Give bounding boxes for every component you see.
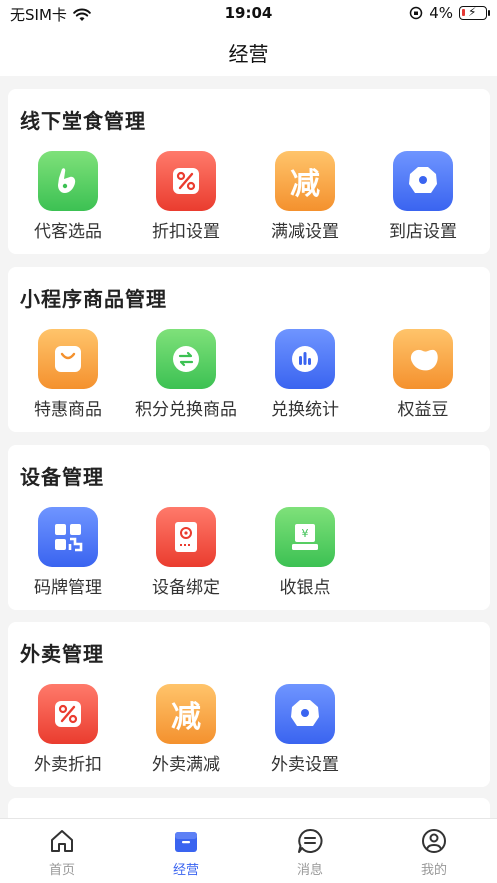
section-dine-in: 线下堂食管理 代客选品 折扣设置 减 满减设置 到店设置: [8, 89, 490, 254]
tab-label: 经营: [172, 863, 199, 878]
menu-item-cashier-point[interactable]: ¥ 收银点: [245, 507, 365, 607]
menu-item-code-plate[interactable]: 码牌管理: [8, 507, 128, 607]
device-icon: [156, 507, 216, 567]
section-mini-program-goods: 小程序商品管理 特惠商品 积分兑换商品 兑换统计 权益豆: [8, 267, 490, 432]
profile-icon: [422, 829, 446, 853]
section-title: 小程序商品管理: [20, 287, 167, 311]
section-grid: 码牌管理 设备绑定 ¥ 收银点: [8, 507, 490, 607]
menu-item-exchange-stats[interactable]: 兑换统计: [245, 329, 365, 429]
section-device-management: 设备管理 码牌管理 设备绑定 ¥ 收银点: [8, 445, 490, 610]
tab-label: 我的: [420, 863, 447, 878]
menu-item-label: 兑换统计: [271, 400, 339, 420]
cashier-icon: ¥: [275, 507, 335, 567]
section-title: 外卖管理: [20, 642, 104, 666]
page-title: 经营: [228, 41, 269, 66]
exchange-icon: [156, 329, 216, 389]
tab-messages[interactable]: 消息: [248, 825, 372, 881]
section-title: 线下堂食管理: [20, 109, 146, 133]
menu-item-takeaway-settings[interactable]: 外卖设置: [245, 684, 365, 784]
menu-item-full-reduction-settings[interactable]: 减 满减设置: [245, 151, 365, 251]
reduce-char-icon: 减: [156, 684, 216, 744]
menu-item-label: 折扣设置: [152, 222, 220, 242]
menu-item-label: 外卖设置: [271, 755, 339, 775]
section-grid: 代客选品 折扣设置 减 满减设置 到店设置: [8, 151, 490, 251]
tab-label: 消息: [296, 863, 323, 878]
home-icon: [51, 830, 73, 852]
section-grid: 外卖折扣 减 外卖满减 外卖设置: [8, 684, 490, 784]
menu-item-label: 外卖折扣: [34, 755, 102, 775]
section-title: 设备管理: [20, 465, 104, 489]
tab-home[interactable]: 首页: [0, 825, 124, 881]
menu-item-device-bind[interactable]: 设备绑定: [126, 507, 246, 607]
menu-item-label: 外卖满减: [152, 755, 220, 775]
menu-item-discount-settings[interactable]: 折扣设置: [126, 151, 246, 251]
section-grid: 特惠商品 积分兑换商品 兑换统计 权益豆: [8, 329, 490, 429]
octagon-settings-icon: [393, 151, 453, 211]
status-bar: 无SIM卡 19:04 4% ⚡: [0, 0, 497, 28]
menu-item-label: 设备绑定: [152, 578, 220, 598]
menu-item-equity-beans[interactable]: 权益豆: [363, 329, 483, 429]
bar-chart-icon: [275, 329, 335, 389]
tab-business[interactable]: 经营: [124, 825, 248, 881]
menu-item-label: 权益豆: [397, 400, 449, 420]
menu-item-takeaway-discount[interactable]: 外卖折扣: [8, 684, 128, 784]
status-right: 4% ⚡: [409, 4, 490, 22]
menu-item-store-settings[interactable]: 到店设置: [363, 151, 483, 251]
reduce-char-icon: 减: [275, 151, 335, 211]
message-icon: [298, 828, 323, 853]
tab-profile[interactable]: 我的: [372, 825, 496, 881]
qr-code-icon: [38, 507, 98, 567]
orientation-lock-icon: [409, 6, 423, 20]
menu-item-label: 积分兑换商品: [135, 400, 237, 420]
menu-item-label: 到店设置: [389, 222, 457, 242]
svg-text:¥: ¥: [302, 527, 309, 540]
shopping-bag-icon: [38, 329, 98, 389]
section-partial: [8, 798, 490, 818]
battery-icon: ⚡: [459, 5, 490, 20]
nav-bar: 经营: [0, 28, 497, 76]
menu-item-proxy-select[interactable]: 代客选品: [8, 151, 128, 251]
tab-bar: 首页 经营 消息 我的: [0, 818, 497, 883]
content-scroll[interactable]: 线下堂食管理 代客选品 折扣设置 减 满减设置 到店设置 小程序商品管理 特惠商…: [0, 76, 497, 818]
percent-icon: [156, 151, 216, 211]
percent-icon: [38, 684, 98, 744]
menu-item-special-goods[interactable]: 特惠商品: [8, 329, 128, 429]
section-takeaway-management: 外卖管理 外卖折扣 减 外卖满减 外卖设置: [8, 622, 490, 787]
menu-item-label: 满减设置: [271, 222, 339, 242]
briefcase-icon: [175, 832, 197, 852]
octagon-settings-icon: [275, 684, 335, 744]
menu-item-label: 特惠商品: [34, 400, 102, 420]
menu-item-label: 码牌管理: [34, 578, 102, 598]
menu-item-takeaway-reduction[interactable]: 减 外卖满减: [126, 684, 246, 784]
menu-item-points-exchange[interactable]: 积分兑换商品: [126, 329, 246, 429]
tab-label: 首页: [48, 863, 75, 878]
bean-icon: [393, 329, 453, 389]
battery-percent: 4%: [429, 4, 453, 22]
menu-item-label: 代客选品: [34, 222, 102, 242]
menu-item-label: 收银点: [279, 578, 331, 598]
hand-pointer-icon: [38, 151, 98, 211]
